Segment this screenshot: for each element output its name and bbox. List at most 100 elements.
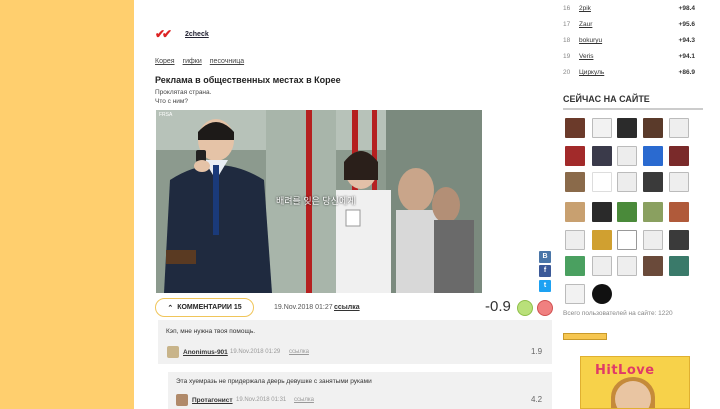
comment-date: 19.Nov.2018 01:29 xyxy=(230,349,281,355)
rank-score: +94.1 xyxy=(678,53,695,60)
chevron-up-icon: ⌃ xyxy=(167,304,174,312)
ranking-row: 17 Zaur +95.6 xyxy=(563,21,695,33)
avatar[interactable] xyxy=(592,146,612,166)
rank-number: 20 xyxy=(563,69,571,76)
rank-score: +94.3 xyxy=(678,37,695,44)
avatar[interactable] xyxy=(565,230,585,250)
avatar[interactable] xyxy=(592,172,612,192)
vk-share-button[interactable]: В xyxy=(539,251,551,263)
avatar[interactable] xyxy=(617,146,637,166)
comment-date: 19.Nov.2018 01:31 xyxy=(236,397,287,403)
checkmark-icon: ✔✔ xyxy=(155,27,172,41)
rank-user-link[interactable]: Zaur xyxy=(579,21,592,28)
avatar[interactable] xyxy=(565,172,585,192)
rank-score: +98.4 xyxy=(678,5,695,12)
ranking-row: 18 bokuryu +94.3 xyxy=(563,37,695,49)
comment-author[interactable]: Протагонист xyxy=(192,397,233,404)
heading-divider xyxy=(563,108,703,110)
comment-rating: 1.9 xyxy=(531,347,543,356)
avatar[interactable] xyxy=(617,256,637,276)
avatar[interactable] xyxy=(669,230,689,250)
rank-number: 18 xyxy=(563,37,571,44)
ranking-row: 19 Veris +94.1 xyxy=(563,53,695,65)
advertisement-banner[interactable]: HitLove xyxy=(580,356,690,409)
upvote-smile-icon[interactable] xyxy=(517,300,533,316)
rank-score: +95.6 xyxy=(678,21,695,28)
post-author-link[interactable]: 2check xyxy=(185,31,209,38)
avatar[interactable] xyxy=(669,202,689,222)
comment-rating: 4.2 xyxy=(531,395,543,404)
comment-text: Эта хуемразь не придержала дверь девушке… xyxy=(176,378,372,385)
avatar[interactable] xyxy=(643,146,663,166)
avatar[interactable] xyxy=(669,172,689,192)
avatar[interactable] xyxy=(592,230,612,250)
rank-number: 17 xyxy=(563,21,571,28)
ranking-row: 16 2pik +98.4 xyxy=(563,5,695,17)
comment-text: Кэп, мне нужна твоя помощь. xyxy=(166,328,256,335)
online-users-count: Всего пользователей на сайте: 1220 xyxy=(563,310,673,317)
tag-link[interactable]: песочница xyxy=(210,58,244,65)
online-now-heading: СЕЙЧАС НА САЙТЕ xyxy=(563,94,650,104)
avatar[interactable] xyxy=(565,284,585,304)
rank-number: 16 xyxy=(563,5,571,12)
post-date: 19.Nov.2018 01:27 xyxy=(274,304,333,311)
avatar[interactable] xyxy=(643,202,663,222)
comments-toggle-label: КОММЕНТАРИИ 15 xyxy=(177,304,242,311)
post-title: Реклама в общественных местах в Корее xyxy=(155,75,341,85)
tag-link[interactable]: Корея xyxy=(155,58,175,65)
avatar[interactable] xyxy=(643,256,663,276)
ad-face-shape xyxy=(615,381,651,408)
tag-link[interactable]: гифки xyxy=(183,58,202,65)
rank-number: 19 xyxy=(563,53,571,60)
avatar[interactable] xyxy=(176,394,188,406)
rank-score: +86.9 xyxy=(678,69,695,76)
avatar[interactable] xyxy=(592,256,612,276)
comment: Эта хуемразь не придержала дверь девушке… xyxy=(168,372,552,409)
svg-text:FRSA: FRSA xyxy=(159,112,173,118)
avatar[interactable] xyxy=(643,230,663,250)
description-line: Что с ним? xyxy=(155,98,189,105)
avatar[interactable] xyxy=(669,118,689,138)
rank-user-link[interactable]: 2pik xyxy=(579,5,591,12)
avatar[interactable] xyxy=(617,202,637,222)
post-image[interactable]: FRSA 배려를 잊은 당신에게 xyxy=(156,110,482,293)
sidebar: 16 2pik +98.4 17 Zaur +95.6 18 bokuryu +… xyxy=(563,0,703,409)
image-caption: 배려를 잊은 당신에게 xyxy=(276,196,356,206)
avatar[interactable] xyxy=(617,230,637,250)
avatar[interactable] xyxy=(565,256,585,276)
post-permalink[interactable]: ссылка xyxy=(334,304,360,311)
rank-user-link[interactable]: bokuryu xyxy=(579,37,602,44)
avatar[interactable] xyxy=(592,284,612,304)
avatar[interactable] xyxy=(592,118,612,138)
comment-link[interactable]: ссылка xyxy=(294,397,314,403)
post-description: Проклятая страна. Что с ним? xyxy=(155,88,211,106)
post-rating: -0.9 xyxy=(485,298,511,315)
avatar[interactable] xyxy=(643,172,663,192)
avatar[interactable] xyxy=(565,146,585,166)
comment-author[interactable]: Anonimus-901 xyxy=(183,349,228,356)
avatar[interactable] xyxy=(617,118,637,138)
facebook-share-button[interactable]: f xyxy=(539,265,551,277)
ad-logo: HitLove xyxy=(595,363,655,378)
avatar[interactable] xyxy=(669,256,689,276)
avatar[interactable] xyxy=(565,202,585,222)
ad-label-badge xyxy=(563,333,607,340)
comment: Кэп, мне нужна твоя помощь. Anonimus-901… xyxy=(158,320,552,364)
avatar[interactable] xyxy=(643,118,663,138)
avatar[interactable] xyxy=(592,202,612,222)
avatar[interactable] xyxy=(617,172,637,192)
avatar[interactable] xyxy=(167,346,179,358)
description-line: Проклятая страна. xyxy=(155,89,212,96)
post-tags: Корея гифки песочница xyxy=(155,58,244,65)
ranking-row: 20 Циркуль +86.9 xyxy=(563,69,695,81)
twitter-share-button[interactable]: t xyxy=(539,280,551,292)
comments-toggle-button[interactable]: ⌃ КОММЕНТАРИИ 15 xyxy=(155,298,254,317)
post-author-row: ✔✔ xyxy=(155,26,172,42)
comment-link[interactable]: ссылка xyxy=(289,349,309,355)
rank-user-link[interactable]: Veris xyxy=(579,53,593,60)
avatar[interactable] xyxy=(669,146,689,166)
post-column: ✔✔ 2check Корея гифки песочница Реклама … xyxy=(155,0,555,409)
downvote-frown-icon[interactable] xyxy=(537,300,553,316)
rank-user-link[interactable]: Циркуль xyxy=(579,69,604,76)
avatar[interactable] xyxy=(565,118,585,138)
